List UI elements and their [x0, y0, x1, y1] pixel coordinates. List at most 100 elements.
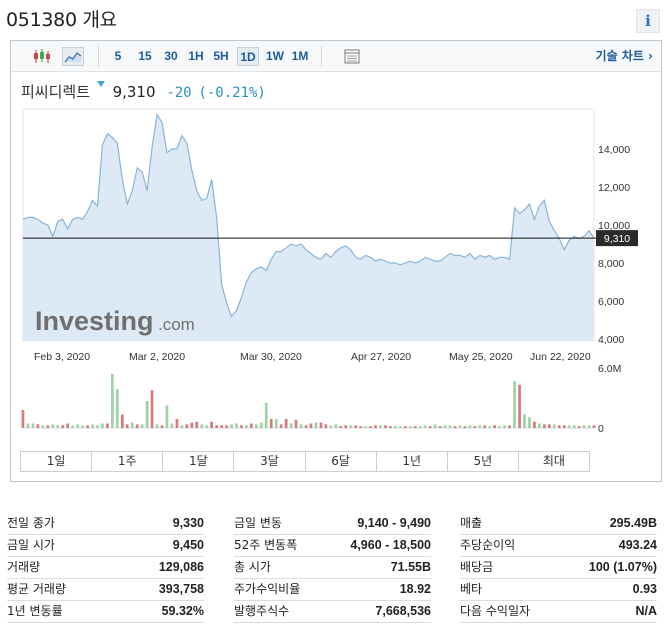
- volume-bar: [523, 414, 526, 428]
- stat-value: 493.24: [618, 538, 657, 552]
- volume-bar: [175, 419, 179, 428]
- volume-bar: [185, 424, 189, 428]
- volume-bar: [463, 426, 467, 428]
- volume-bar: [210, 421, 213, 428]
- stat-label: 1년 변동률: [7, 604, 63, 618]
- volume-bar: [458, 425, 462, 428]
- volume-bar: [408, 426, 412, 428]
- stat-value: 0.93: [632, 582, 657, 596]
- volume-bar: [41, 425, 45, 428]
- volume-bar: [26, 423, 30, 428]
- volume-bar: [101, 423, 104, 428]
- x-tick-label: May 25, 2020: [449, 351, 513, 363]
- volume-bar: [61, 425, 65, 428]
- volume-bar: [200, 424, 204, 428]
- info-icon[interactable]: i: [636, 9, 660, 33]
- volume-bar: [46, 425, 50, 428]
- range-1y[interactable]: 1년: [376, 452, 448, 471]
- volume-bar: [369, 426, 372, 428]
- volume-bar: [195, 421, 199, 428]
- range-1w[interactable]: 1주: [92, 452, 164, 471]
- stat-label: 배당금: [460, 560, 494, 574]
- volume-bar: [533, 421, 536, 428]
- volume-bar: [428, 426, 432, 428]
- volume-bar: [359, 426, 362, 428]
- volume-bar: [538, 423, 541, 428]
- range-3m[interactable]: 3달: [234, 452, 306, 471]
- volume-bar: [145, 401, 149, 428]
- stat-row: 1년 변동률 59.32%: [7, 601, 204, 623]
- volume-bar: [433, 424, 437, 428]
- volume-bar: [394, 426, 397, 428]
- stat-value: 393,758: [158, 582, 204, 596]
- y-tick-label: 14,000: [598, 144, 630, 156]
- volume-bar: [121, 414, 124, 428]
- stat-label: 평균 거래량: [7, 582, 67, 596]
- stat-label: 금일 변동: [234, 516, 282, 530]
- stat-row: 베타 0.93: [460, 579, 657, 601]
- volume-bar: [399, 426, 402, 428]
- volume-bar: [309, 423, 313, 428]
- y-tick-label: 10,000: [598, 220, 630, 232]
- range-selector: 1일 1주 1달 3달 6달 1년 5년 최대: [20, 451, 590, 472]
- stat-value: 129,086: [158, 560, 204, 574]
- range-6m[interactable]: 6달: [305, 452, 377, 471]
- volume-bar: [329, 425, 333, 428]
- range-max[interactable]: 최대: [518, 452, 589, 471]
- volume-bar: [448, 425, 452, 428]
- volume-bar: [260, 422, 263, 428]
- stat-value: 59.32%: [161, 604, 204, 618]
- volume-bar: [418, 426, 422, 428]
- stat-row: 배당금 100 (1.07%): [460, 557, 657, 579]
- volume-bar: [36, 424, 40, 428]
- volume-bar: [344, 425, 348, 428]
- x-tick-label: Apr 27, 2020: [351, 351, 411, 363]
- volume-bar: [349, 425, 353, 428]
- price-chart[interactable]: Investing .com 9,310 14,000 12,000 10,000 8,00…: [11, 41, 661, 446]
- volume-bar: [21, 410, 25, 428]
- volume-bar: [140, 424, 144, 428]
- stat-label: 다음 수익일자: [460, 604, 531, 618]
- volume-bar: [91, 424, 94, 428]
- volume-bar: [274, 419, 278, 428]
- range-1m[interactable]: 1달: [163, 452, 235, 471]
- volume-bar: [96, 425, 99, 428]
- key-stats: 전일 종가 9,330 금일 시가 9,450 거래량 129,086 평균 거래량 3…: [7, 513, 662, 623]
- volume-bar: [577, 426, 581, 428]
- volume-bar: [562, 425, 566, 428]
- stat-label: 주당순이익: [460, 538, 516, 552]
- volume-bar: [334, 424, 338, 428]
- stat-value: 9,330: [172, 516, 204, 530]
- range-5y[interactable]: 5년: [447, 452, 519, 471]
- volume-bar: [284, 419, 288, 428]
- page-title: 051380 개요: [6, 9, 117, 31]
- stat-label: 주가수익비율: [234, 582, 301, 596]
- stat-label: 금일 시가: [7, 538, 55, 552]
- volume-bar: [453, 426, 457, 428]
- volume-bar: [51, 424, 55, 428]
- volume-bar: [567, 425, 571, 428]
- stats-column-2: 금일 변동 9,140 - 9,490 52주 변동폭 4,960 - 18,500…: [234, 513, 431, 623]
- stat-value: 9,450: [172, 538, 204, 552]
- volume-bar: [339, 426, 343, 428]
- volume-bar: [150, 390, 154, 428]
- investing-logo: Investing: [35, 306, 154, 336]
- range-1d[interactable]: 1일: [21, 452, 93, 471]
- stat-row: 다음 수익일자 N/A: [460, 601, 657, 623]
- stat-row: 52주 변동폭 4,960 - 18,500: [234, 535, 431, 557]
- volume-bar: [160, 425, 164, 428]
- volume-bar: [215, 425, 218, 428]
- volume-bar: [165, 405, 169, 428]
- volume-bar: [508, 425, 511, 428]
- volume-bar: [130, 422, 134, 428]
- volume-bar: [269, 419, 273, 428]
- x-tick-label: Jun 22, 2020: [530, 351, 591, 363]
- volume-bar: [374, 425, 377, 428]
- volume-bar: [125, 424, 129, 428]
- volume-bar: [404, 426, 407, 428]
- volume-bar: [230, 424, 233, 428]
- volume-bar: [478, 425, 482, 428]
- volume-bar: [240, 425, 243, 428]
- x-tick-label: Mar 30, 2020: [240, 351, 302, 363]
- volume-bar: [503, 425, 506, 428]
